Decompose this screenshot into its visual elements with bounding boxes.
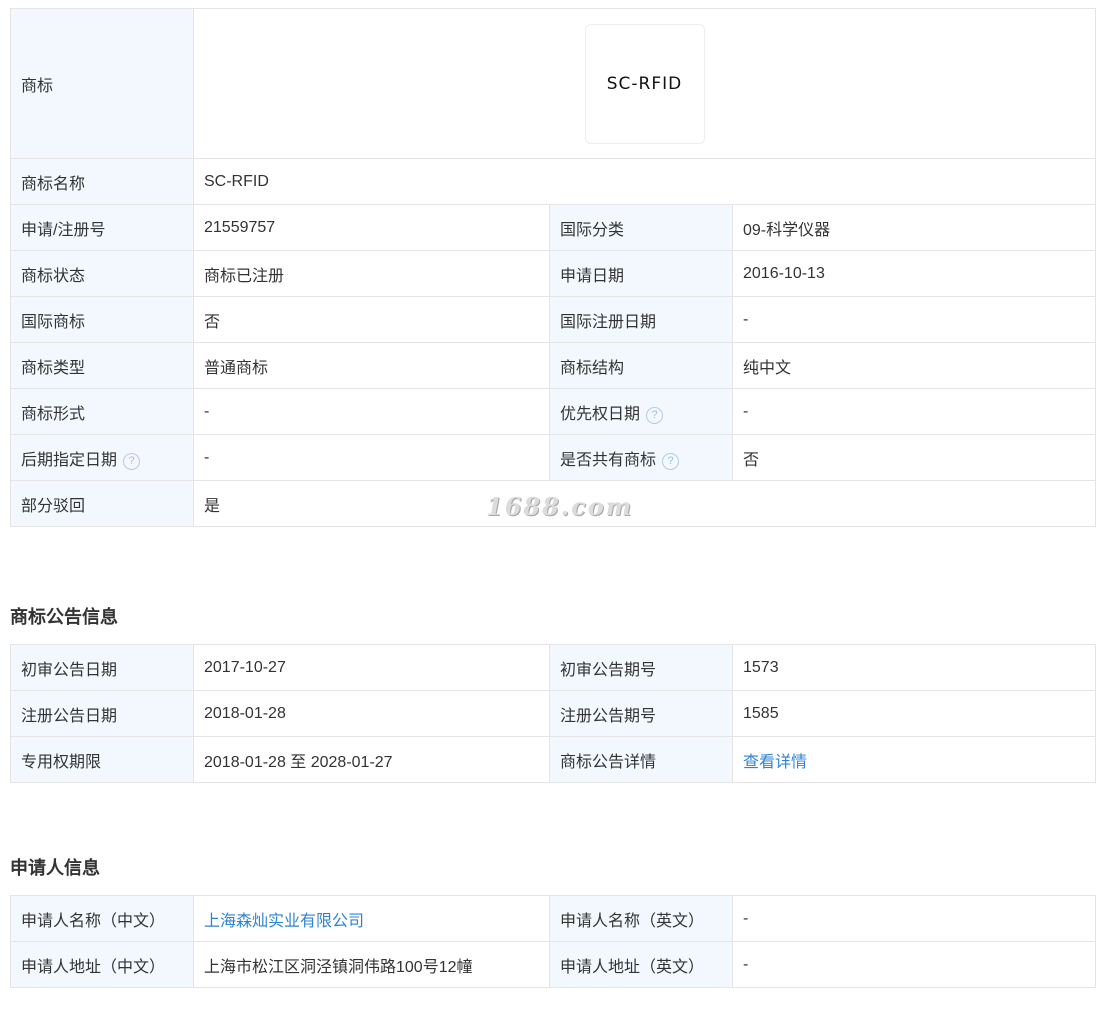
term-value: 2018-01-28 至 2028-01-27 [193, 736, 550, 783]
table-row: 注册公告日期 2018-01-28 注册公告期号 1585 [10, 690, 1096, 737]
reg-date-value: 2018-01-28 [193, 690, 550, 737]
status-value: 商标已注册 [193, 250, 550, 297]
intl-reg-date-value: - [732, 296, 1096, 343]
applicant-addr-cn-value: 上海市松江区洞泾镇洞伟路100号12幢 [193, 941, 550, 988]
table-row: 商标类型 普通商标 商标结构 纯中文 [10, 342, 1096, 389]
form-label: 商标形式 [10, 388, 194, 435]
intl-mark-label: 国际商标 [10, 296, 194, 343]
applicant-name-cn-label: 申请人名称（中文） [10, 895, 194, 942]
applicant-addr-en-value: - [732, 941, 1096, 988]
later-date-label-cell: 后期指定日期? [10, 434, 194, 481]
reg-no-value: 1585 [732, 690, 1096, 737]
prelim-date-label: 初审公告日期 [10, 644, 194, 691]
trademark-logo-image: SC-RFID [584, 23, 705, 144]
name-label: 商标名称 [10, 158, 194, 205]
table-row: 商标名称 SC-RFID [10, 158, 1096, 205]
prelim-no-value: 1573 [732, 644, 1096, 691]
announcement-title: 商标公告信息 [10, 607, 118, 627]
later-date-label: 后期指定日期 [21, 451, 118, 469]
applicant-name-link[interactable]: 上海森灿实业有限公司 [204, 913, 364, 930]
intl-reg-date-label: 国际注册日期 [549, 296, 733, 343]
applicant-addr-en-label: 申请人地址（英文） [549, 941, 733, 988]
logo-cell: SC-RFID [193, 8, 1096, 159]
table-row: 初审公告日期 2017-10-27 初审公告期号 1573 [10, 644, 1096, 691]
form-value: - [193, 388, 550, 435]
table-row: 后期指定日期? - 是否共有商标? 否 [10, 434, 1096, 481]
table-row: 申请人名称（中文） 上海森灿实业有限公司 申请人名称（英文） - [10, 895, 1096, 942]
type-value: 普通商标 [193, 342, 550, 389]
applicant-name-en-value: - [732, 895, 1096, 942]
later-date-value: - [193, 434, 550, 481]
table-row: 专用权期限 2018-01-28 至 2028-01-27 商标公告详情 查看详… [10, 736, 1096, 783]
apply-date-value: 2016-10-13 [732, 250, 1096, 297]
structure-value: 纯中文 [732, 342, 1096, 389]
shared-label: 是否共有商标 [560, 451, 657, 469]
intl-mark-value: 否 [193, 296, 550, 343]
table-row: 国际商标 否 国际注册日期 - [10, 296, 1096, 343]
detail-label: 商标公告详情 [549, 736, 733, 783]
prelim-no-label: 初审公告期号 [549, 644, 733, 691]
applicant-table: 申请人名称（中文） 上海森灿实业有限公司 申请人名称（英文） - 申请人地址（中… [10, 895, 1096, 988]
prelim-date-value: 2017-10-27 [193, 644, 550, 691]
applicant-name-en-label: 申请人名称（英文） [549, 895, 733, 942]
reg-date-label: 注册公告日期 [10, 690, 194, 737]
table-row: 部分驳回 是 [10, 480, 1096, 527]
priority-date-label: 优先权日期 [560, 405, 641, 423]
logo-text: SC-RFID [606, 73, 683, 94]
reg-no-label: 注册公告期号 [549, 690, 733, 737]
table-row: 申请/注册号 21559757 国际分类 09-科学仪器 [10, 204, 1096, 251]
table-row: 商标形式 - 优先权日期? - [10, 388, 1096, 435]
priority-date-value: - [732, 388, 1096, 435]
question-circle-icon[interactable]: ? [662, 452, 680, 470]
partial-reject-value: 是 [193, 480, 1096, 527]
shared-label-cell: 是否共有商标? [549, 434, 733, 481]
intl-class-value: 09-科学仪器 [732, 204, 1096, 251]
announcement-table: 初审公告日期 2017-10-27 初审公告期号 1573 注册公告日期 201… [10, 644, 1096, 783]
question-circle-icon[interactable]: ? [646, 406, 664, 424]
type-label: 商标类型 [10, 342, 194, 389]
applicant-name-cn-cell: 上海森灿实业有限公司 [193, 895, 550, 942]
reg-no-label: 申请/注册号 [10, 204, 194, 251]
table-row: 商标 SC-RFID [10, 8, 1096, 159]
view-details-link[interactable]: 查看详情 [743, 754, 807, 771]
reg-no-value: 21559757 [193, 204, 550, 251]
detail-cell: 查看详情 [732, 736, 1096, 783]
logo-label: 商标 [10, 8, 194, 159]
applicant-title: 申请人信息 [10, 858, 100, 878]
shared-value: 否 [732, 434, 1096, 481]
status-label: 商标状态 [10, 250, 194, 297]
priority-date-label-cell: 优先权日期? [549, 388, 733, 435]
question-circle-icon[interactable]: ? [123, 452, 141, 470]
intl-class-label: 国际分类 [549, 204, 733, 251]
table-row: 商标状态 商标已注册 申请日期 2016-10-13 [10, 250, 1096, 297]
table-row: 申请人地址（中文） 上海市松江区洞泾镇洞伟路100号12幢 申请人地址（英文） … [10, 941, 1096, 988]
name-value: SC-RFID [193, 158, 1096, 205]
apply-date-label: 申请日期 [549, 250, 733, 297]
structure-label: 商标结构 [549, 342, 733, 389]
applicant-addr-cn-label: 申请人地址（中文） [10, 941, 194, 988]
partial-reject-label: 部分驳回 [10, 480, 194, 527]
term-label: 专用权期限 [10, 736, 194, 783]
trademark-basic-table: 商标 SC-RFID 商标名称 SC-RFID 申请/注册号 21559757 … [10, 8, 1096, 527]
